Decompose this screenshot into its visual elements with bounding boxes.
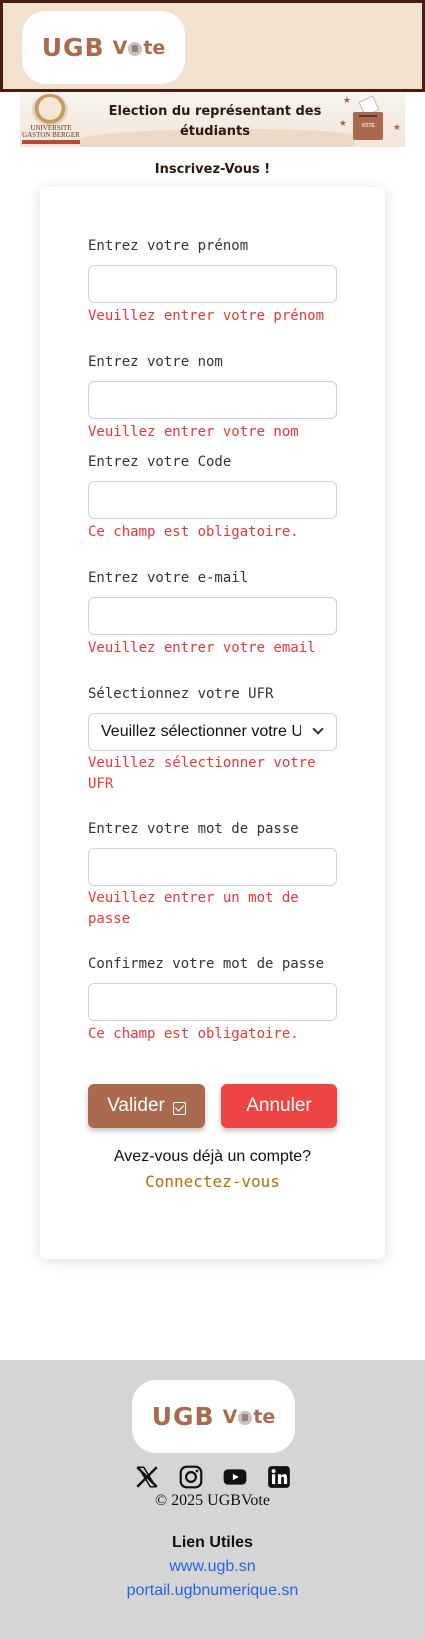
password-label: Entrez votre mot de passe	[88, 821, 299, 837]
logo-ugb-text: UGB	[41, 33, 105, 62]
validate-button[interactable]: Valider	[88, 1084, 205, 1128]
login-link[interactable]: Connectez-vous	[0, 1172, 425, 1191]
code-label: Entrez votre Code	[88, 454, 232, 470]
firstname-input[interactable]	[88, 265, 337, 303]
ufr-select[interactable]: Veuillez sélectionner votre UFR	[88, 713, 337, 751]
ufr-select-value: Veuillez sélectionner votre UFR	[101, 723, 301, 740]
ballot-box-icon: VOTE	[353, 112, 383, 140]
lastname-label: Entrez votre nom	[88, 354, 223, 370]
social-links	[0, 1464, 425, 1490]
lastname-error: Veuillez entrer votre nom	[88, 424, 299, 440]
email-input[interactable]	[88, 597, 337, 635]
account-question: Avez-vous déjà un compte?	[113, 1148, 312, 1165]
star-icon: ★	[392, 122, 401, 132]
logo-ugb-text: UGB	[151, 1402, 215, 1431]
youtube-icon[interactable]	[222, 1464, 248, 1490]
banner-title: Election du représentant des étudiants	[108, 104, 322, 139]
header-logo[interactable]: UGB Vte	[22, 11, 185, 84]
ufr-label: Sélectionnez votre UFR	[88, 686, 274, 702]
university-name: UNIVERSITE GASTON BERGER	[22, 124, 80, 139]
election-banner: UNIVERSITE GASTON BERGER Election du rep…	[20, 92, 405, 147]
confirm-password-input[interactable]	[88, 983, 337, 1021]
useful-links-title: Lien Utiles	[172, 1534, 253, 1551]
email-label: Entrez votre e-mail	[88, 570, 249, 586]
cancel-button-label: Annuler	[246, 1095, 312, 1116]
x-icon[interactable]	[134, 1464, 160, 1490]
university-seal-icon	[32, 94, 68, 126]
star-icon: ★	[338, 118, 347, 128]
password-input[interactable]	[88, 848, 337, 886]
ballot-o-icon	[128, 41, 143, 56]
firstname-error: Veuillez entrer votre prénom	[88, 308, 325, 324]
confirm-password-error: Ce champ est obligatoire.	[88, 1026, 299, 1042]
validate-button-label: Valider	[107, 1095, 165, 1116]
linkedin-icon[interactable]	[266, 1464, 292, 1490]
page-title: Inscrivez-Vous !	[154, 162, 271, 177]
copyright-text: © 2025 UGBVote	[155, 1492, 270, 1509]
lastname-input[interactable]	[88, 381, 337, 419]
confirm-password-label: Confirmez votre mot de passe	[88, 956, 325, 972]
top-header: UGB Vte	[0, 0, 425, 92]
footer-link-ugb[interactable]: www.ugb.sn	[0, 1558, 425, 1576]
cancel-button[interactable]: Annuler	[221, 1084, 337, 1128]
page-footer: UGB Vte © 2025 UGBVote Lien Utiles www.u…	[0, 1360, 425, 1639]
ballot-o-icon	[238, 1410, 253, 1425]
code-input[interactable]	[88, 481, 337, 519]
password-error: Veuillez entrer un mot de passe	[88, 890, 299, 927]
ufr-error: Veuillez sélectionner votre UFR	[88, 755, 316, 792]
star-icon: ★	[342, 95, 351, 105]
logo-vote-text: Vte	[222, 1405, 276, 1428]
code-error: Ce champ est obligatoire.	[88, 524, 299, 540]
check-square-icon	[172, 1101, 186, 1115]
chevron-down-icon	[312, 723, 324, 735]
footer-logo[interactable]: UGB Vte	[132, 1380, 295, 1453]
email-error: Veuillez entrer votre email	[88, 640, 316, 656]
instagram-icon[interactable]	[178, 1464, 204, 1490]
footer-link-portail[interactable]: portail.ugbnumerique.sn	[0, 1582, 425, 1600]
firstname-label: Entrez votre prénom	[88, 238, 249, 254]
logo-vote-text: Vte	[112, 36, 166, 59]
